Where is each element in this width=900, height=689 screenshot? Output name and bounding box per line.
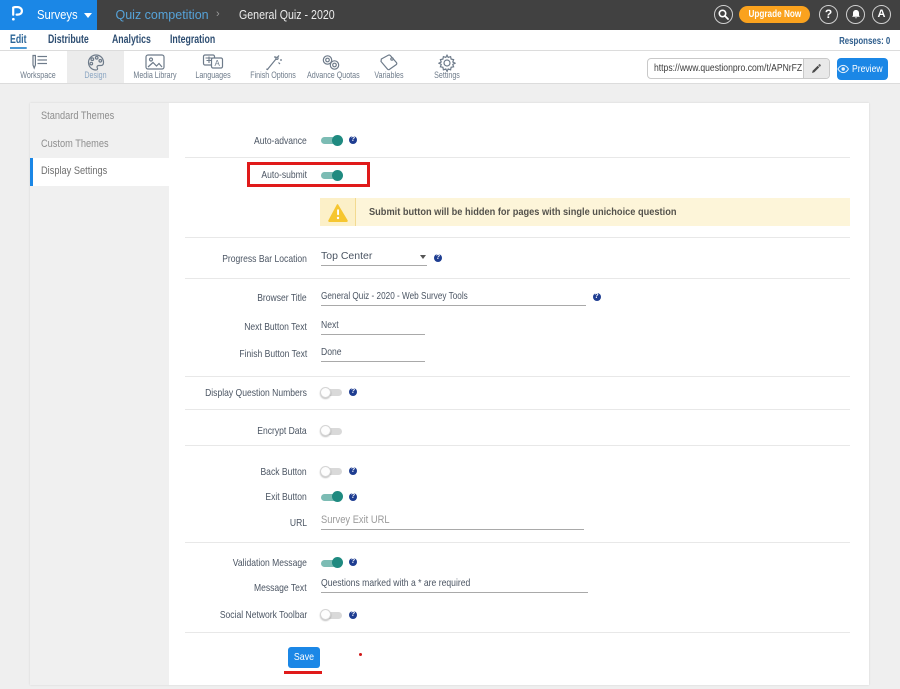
svg-text:A: A xyxy=(215,59,221,68)
